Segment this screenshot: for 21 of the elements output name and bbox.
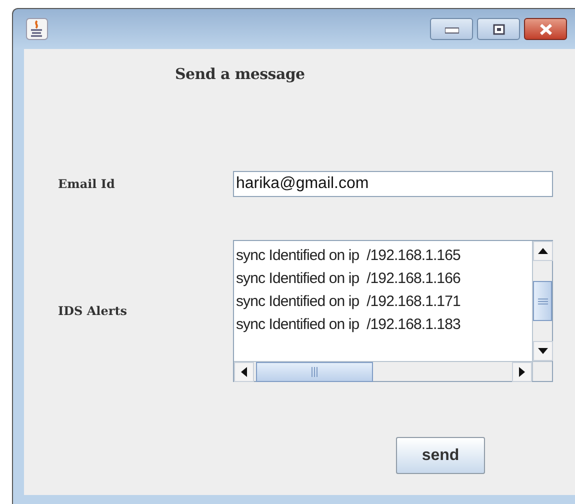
field-label: Email Id: [58, 177, 116, 191]
alert-line: sync Identified on ip /192.168.1.166: [236, 269, 460, 289]
minimize-button[interactable]: [430, 18, 473, 40]
send-button[interactable]: send: [396, 437, 485, 474]
alerts-list[interactable]: sync Identified on ip /192.168.1.165 sync Identified on ip /192.168.1.166 sync Identified on ip /192.168.1.171 sync Identified on ip /192.168.1.183: [233, 240, 553, 382]
cup-icon: [26, 18, 48, 40]
form-title: Send a message: [175, 65, 305, 83]
field-label: IDS Alerts: [58, 304, 128, 318]
close-button[interactable]: [524, 18, 567, 40]
alert-line: sync Identified on ip /192.168.1.171: [236, 292, 460, 312]
scroll-thumb[interactable]: [533, 281, 552, 321]
horizontal-scrollbar[interactable]: [234, 361, 532, 381]
alert-line: sync Identified on ip /192.168.1.183: [236, 315, 460, 335]
close-icon: [538, 24, 552, 34]
email-field[interactable]: harika@gmail.com: [233, 171, 553, 197]
scroll-thumb[interactable]: [256, 362, 373, 382]
vertical-scrollbar[interactable]: [532, 241, 552, 361]
scroll-corner: [532, 361, 552, 381]
alert-line: sync Identified on ip /192.168.1.165: [236, 246, 460, 266]
maximize-icon: [492, 24, 506, 34]
maximize-button[interactable]: [477, 18, 520, 40]
